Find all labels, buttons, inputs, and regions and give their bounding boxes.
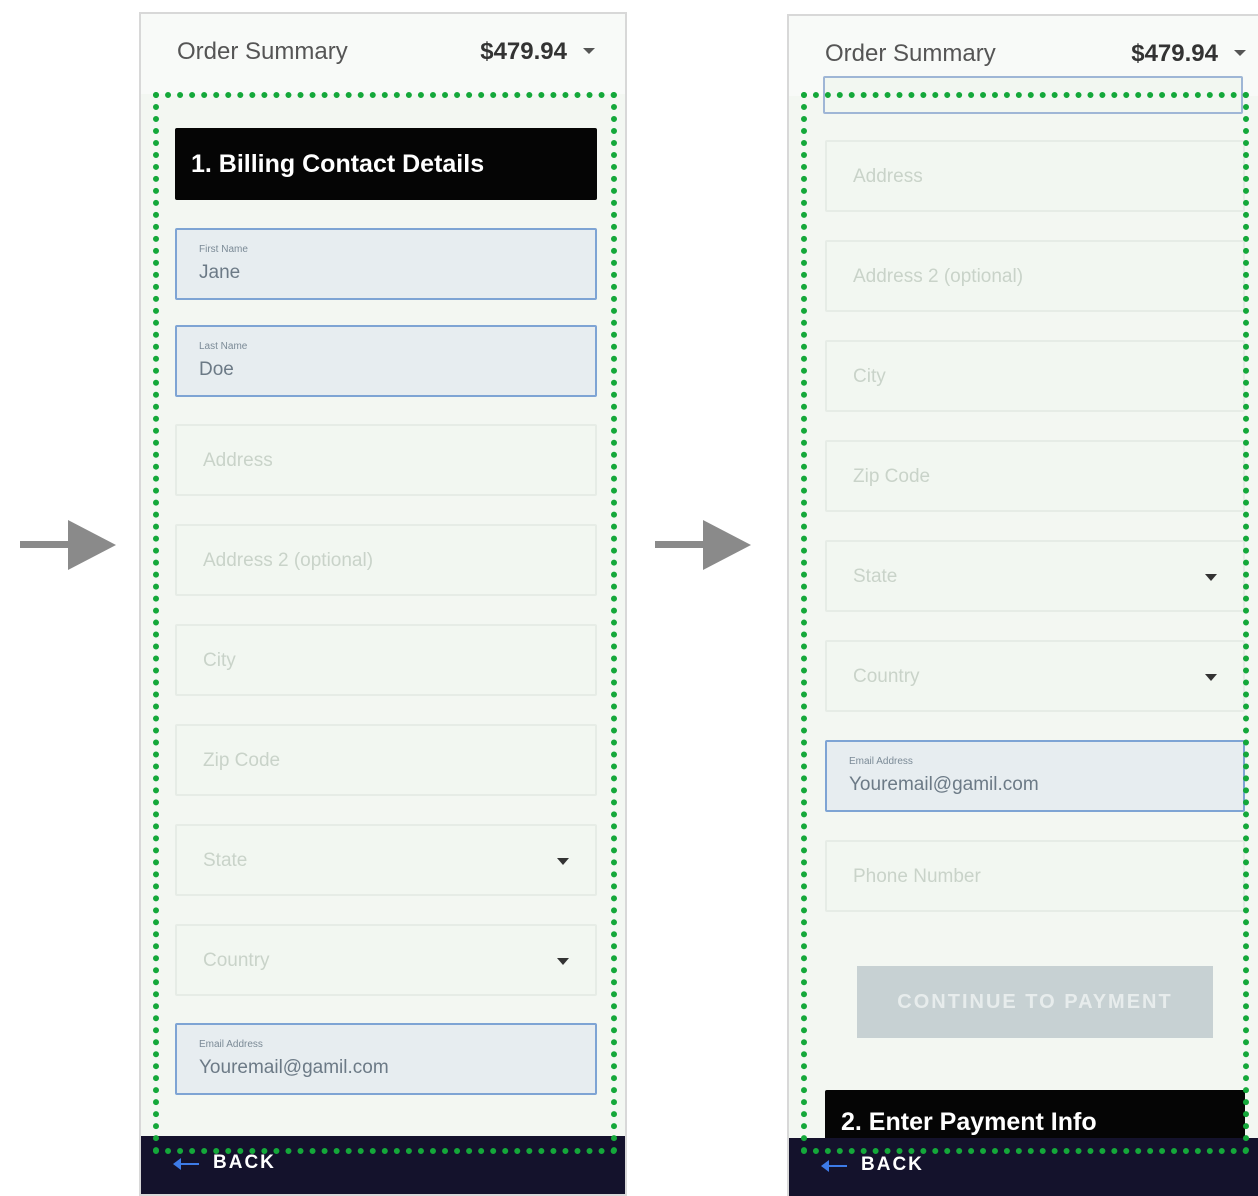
order-total: $479.94 bbox=[1131, 40, 1218, 67]
address2-placeholder: Address 2 (optional) bbox=[203, 550, 374, 571]
first-name-label: First Name bbox=[199, 244, 248, 255]
first-name-value: Jane bbox=[199, 262, 241, 283]
email-field[interactable]: Email Address Youremail@gamil.com bbox=[175, 1023, 597, 1095]
continue-to-payment-label: CONTINUE TO PAYMENT bbox=[897, 990, 1173, 1013]
city-field[interactable]: City bbox=[175, 624, 597, 696]
dropdown-arrow-icon bbox=[557, 858, 569, 865]
billing-section-title: 1. Billing Contact Details bbox=[191, 149, 485, 178]
email-value: Youremail@gamil.com bbox=[199, 1057, 389, 1078]
chevron-down-icon[interactable] bbox=[583, 48, 595, 54]
dropdown-arrow-icon bbox=[1205, 674, 1217, 681]
back-arrow-icon[interactable] bbox=[821, 1160, 847, 1172]
billing-section-header: 1. Billing Contact Details bbox=[175, 128, 597, 200]
flow-illustration: Order Summary $479.94 1. Billing Contact… bbox=[0, 0, 1258, 1196]
country-select[interactable]: Country bbox=[825, 640, 1245, 712]
back-button[interactable]: BACK bbox=[861, 1154, 924, 1176]
payment-section-title: 2. Enter Payment Info bbox=[841, 1107, 1097, 1136]
city-field[interactable]: City bbox=[825, 340, 1245, 412]
address-placeholder: Address bbox=[203, 450, 273, 471]
zip-code-placeholder: Zip Code bbox=[203, 750, 281, 771]
mobile-screen-billing-scrolled: Order Summary $479.94 Address Address 2 … bbox=[787, 14, 1258, 1196]
address2-field[interactable]: Address 2 (optional) bbox=[175, 524, 597, 596]
bottom-nav-bar: BACK bbox=[141, 1136, 625, 1194]
flow-arrow-icon bbox=[20, 520, 120, 570]
address-placeholder: Address bbox=[853, 166, 923, 187]
address-field[interactable]: Address bbox=[175, 424, 597, 496]
first-name-field[interactable]: First Name Jane bbox=[175, 228, 597, 300]
address-field[interactable]: Address bbox=[825, 140, 1245, 212]
last-name-label: Last Name bbox=[199, 341, 248, 352]
order-total: $479.94 bbox=[480, 38, 567, 65]
state-placeholder: State bbox=[203, 850, 248, 871]
dropdown-arrow-icon bbox=[557, 958, 569, 965]
email-label: Email Address bbox=[849, 756, 913, 767]
country-placeholder: Country bbox=[203, 950, 270, 971]
zip-code-field[interactable]: Zip Code bbox=[175, 724, 597, 796]
state-select[interactable]: State bbox=[175, 824, 597, 896]
city-placeholder: City bbox=[853, 366, 886, 387]
mobile-screen-billing: Order Summary $479.94 1. Billing Contact… bbox=[139, 12, 627, 1196]
country-select[interactable]: Country bbox=[175, 924, 597, 996]
back-button[interactable]: BACK bbox=[213, 1152, 276, 1174]
email-value: Youremail@gamil.com bbox=[849, 774, 1039, 795]
email-label: Email Address bbox=[199, 1039, 263, 1050]
order-summary-title: Order Summary bbox=[177, 38, 348, 65]
chevron-down-icon[interactable] bbox=[1234, 50, 1246, 56]
address2-placeholder: Address 2 (optional) bbox=[853, 266, 1024, 287]
order-summary-title: Order Summary bbox=[825, 40, 996, 67]
dropdown-arrow-icon bbox=[1205, 574, 1217, 581]
phone-number-field[interactable]: Phone Number bbox=[825, 840, 1245, 912]
zip-code-field[interactable]: Zip Code bbox=[825, 440, 1245, 512]
bottom-nav-bar: BACK bbox=[789, 1138, 1258, 1196]
last-name-value: Doe bbox=[199, 359, 234, 380]
flow-arrow-icon bbox=[655, 520, 755, 570]
scrolled-field-edge bbox=[823, 76, 1243, 114]
state-placeholder: State bbox=[853, 566, 898, 587]
zip-code-placeholder: Zip Code bbox=[853, 466, 931, 487]
email-field[interactable]: Email Address Youremail@gamil.com bbox=[825, 740, 1245, 812]
order-summary-header[interactable]: Order Summary $479.94 bbox=[141, 14, 625, 94]
city-placeholder: City bbox=[203, 650, 236, 671]
state-select[interactable]: State bbox=[825, 540, 1245, 612]
address2-field[interactable]: Address 2 (optional) bbox=[825, 240, 1245, 312]
phone-number-placeholder: Phone Number bbox=[853, 866, 981, 887]
country-placeholder: Country bbox=[853, 666, 920, 687]
back-arrow-icon[interactable] bbox=[173, 1158, 199, 1170]
last-name-field[interactable]: Last Name Doe bbox=[175, 325, 597, 397]
continue-to-payment-button[interactable]: CONTINUE TO PAYMENT bbox=[857, 966, 1213, 1038]
